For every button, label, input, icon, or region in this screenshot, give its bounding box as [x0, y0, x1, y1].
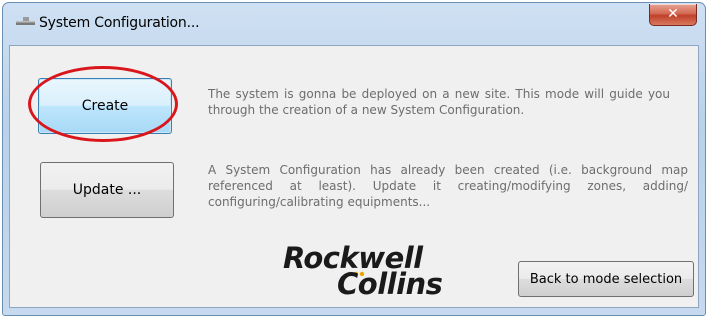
update-description: A System Configuration has already been … — [208, 163, 688, 209]
update-button-label: Update ... — [72, 182, 142, 198]
app-icon — [16, 17, 35, 25]
logo-line-2: Collins — [337, 267, 443, 301]
title-bar[interactable]: System Configuration... ✕ — [3, 3, 705, 45]
close-icon: ✕ — [667, 6, 679, 22]
create-button-label: Create — [81, 98, 129, 114]
create-button[interactable]: Create — [38, 78, 172, 134]
system-configuration-window: System Configuration... ✕ Create The sys… — [2, 2, 706, 316]
window-title: System Configuration... — [39, 15, 200, 31]
create-description: The system is gonna be deployed on a new… — [208, 87, 670, 117]
close-button[interactable]: ✕ — [649, 4, 697, 26]
back-to-mode-selection-button[interactable]: Back to mode selection — [518, 261, 694, 297]
rockwell-collins-logo: Rockwell Collins — [283, 241, 473, 301]
back-button-label: Back to mode selection — [529, 271, 683, 287]
dialog-body: Create The system is gonna be deployed o… — [9, 45, 699, 308]
update-button[interactable]: Update ... — [40, 162, 174, 218]
